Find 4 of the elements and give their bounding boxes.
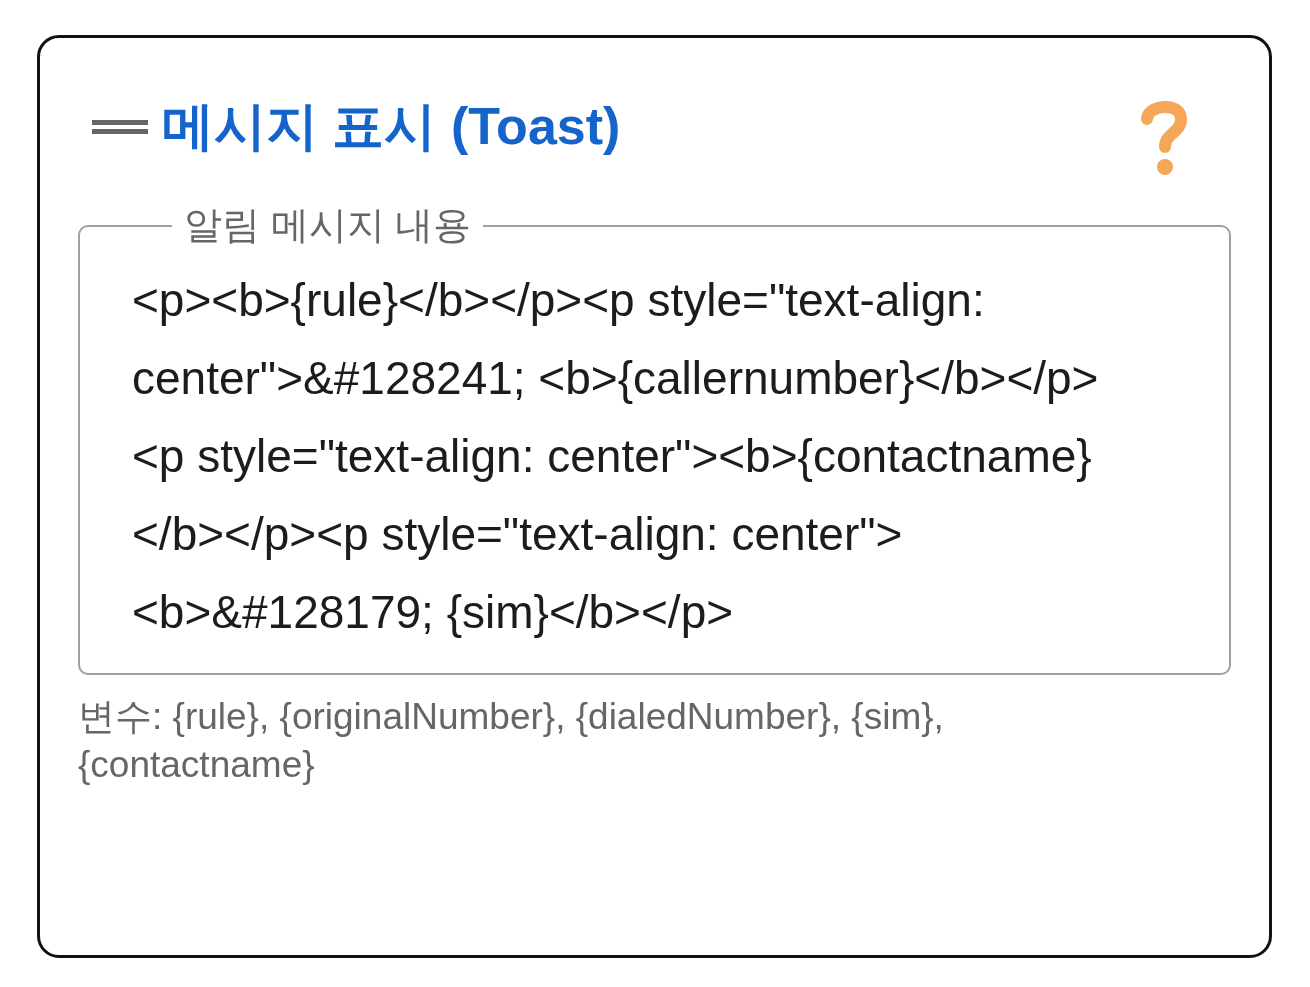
section-title: 메시지 표시 (Toast) <box>162 96 621 157</box>
drag-handle-icon[interactable] <box>92 119 148 135</box>
field-label: 알림 메시지 내용 <box>183 203 473 248</box>
variables-hint: 변수: {rule}, {originalNumber}, {dialedNumber}, {sim}, {contactname} <box>78 695 945 787</box>
